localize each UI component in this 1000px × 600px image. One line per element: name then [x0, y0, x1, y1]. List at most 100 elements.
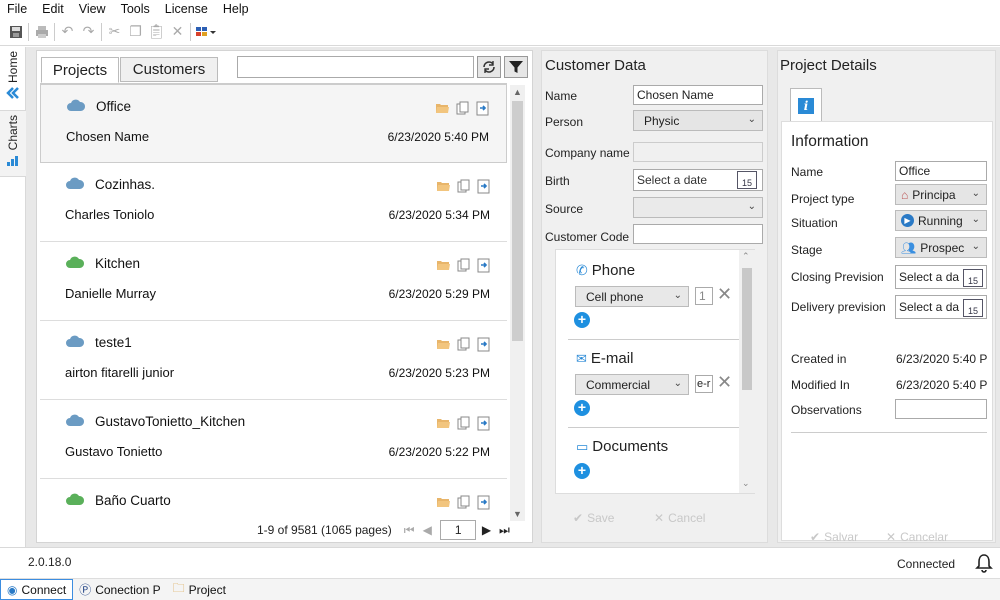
closing-prevision-label: Closing Prevision — [791, 270, 884, 284]
calendar-icon[interactable]: 15 — [963, 269, 983, 287]
copy-icon[interactable] — [456, 101, 470, 116]
copy-icon[interactable] — [457, 337, 471, 352]
scrollbar-thumb[interactable] — [742, 268, 752, 390]
documents-title: Documents — [592, 438, 669, 455]
prev-page-icon[interactable]: ◀ — [423, 523, 432, 537]
delete-icon[interactable]: ✕ — [167, 22, 188, 42]
customer-save-button[interactable]: ✔ Save — [573, 511, 614, 525]
export-icon[interactable] — [477, 416, 491, 431]
export-icon[interactable] — [476, 101, 490, 116]
contacts-scrollbar[interactable]: ⌃ ⌄ — [739, 250, 755, 493]
first-page-icon[interactable]: ⏮ — [404, 523, 415, 538]
phone-type-select[interactable]: Cell phone ⌄ — [575, 286, 689, 307]
list-item[interactable]: Cozinhas. Charles Toniolo 6/23/2020 5:34 P… — [40, 163, 507, 242]
scroll-up-icon[interactable]: ⌃ — [742, 251, 750, 262]
person-select[interactable]: Physic ⌄ — [633, 110, 763, 131]
bell-icon[interactable] — [975, 553, 993, 573]
layout-icon[interactable] — [193, 22, 219, 42]
add-document-button[interactable]: + — [574, 463, 590, 479]
situation-select[interactable]: ▶ Running ⌄ — [895, 210, 987, 231]
side-tab-home-label: Home — [6, 51, 20, 84]
remove-email-icon[interactable]: ✕ — [717, 372, 732, 393]
scroll-up-icon[interactable]: ▲ — [513, 87, 522, 97]
export-icon[interactable] — [477, 179, 491, 194]
customer-cancel-button[interactable]: ✕ Cancel — [654, 511, 705, 525]
customer-name-input[interactable]: Chosen Name — [633, 85, 763, 105]
menu-tools[interactable]: Tools — [114, 1, 158, 17]
task-connect[interactable]: ◉ Connect — [0, 579, 74, 600]
list-item[interactable]: Office Chosen Name 6/23/2020 5:40 PM — [40, 84, 507, 163]
list-item[interactable]: Baño Cuarto — [40, 479, 507, 520]
export-icon[interactable] — [477, 495, 491, 510]
copy-icon[interactable] — [457, 179, 471, 194]
side-tab-home[interactable]: Home — [0, 47, 26, 111]
project-type-select[interactable]: ⌂ Principa ⌄ — [895, 184, 987, 205]
tab-projects[interactable]: Projects — [41, 57, 119, 83]
tab-customers[interactable]: Customers — [120, 57, 218, 82]
copy-icon[interactable] — [457, 258, 471, 273]
menu-edit[interactable]: Edit — [35, 1, 72, 17]
redo-icon[interactable]: ↷ — [78, 22, 99, 42]
task-conection-p[interactable]: Ⓟ Conection P — [73, 579, 166, 600]
details-cancel-button[interactable]: ✕ Cancelar — [886, 530, 948, 544]
calendar-icon[interactable]: 15 — [737, 171, 757, 189]
menu-file[interactable]: File — [0, 1, 35, 17]
info-tab[interactable]: i — [790, 88, 822, 122]
check-icon: ✔ — [810, 530, 821, 544]
stage-select[interactable]: 👥︎ Prospec ⌄ — [895, 237, 987, 258]
folder-icon[interactable] — [436, 495, 451, 508]
save-icon[interactable] — [5, 22, 26, 42]
copy-icon[interactable] — [457, 416, 471, 431]
add-email-button[interactable]: + — [574, 400, 590, 416]
customer-code-input[interactable] — [633, 224, 763, 244]
phone-number-input[interactable]: 1 — [695, 287, 713, 305]
observations-input[interactable] — [895, 399, 987, 419]
undo-icon[interactable]: ↶ — [57, 22, 78, 42]
print-icon[interactable] — [31, 22, 52, 42]
paste-icon[interactable]: 📋︎ — [146, 22, 167, 42]
calendar-icon[interactable]: 15 — [963, 299, 983, 317]
menu-license[interactable]: License — [158, 1, 216, 17]
scroll-down-icon[interactable]: ▼ — [513, 509, 522, 519]
add-phone-button[interactable]: + — [574, 312, 590, 328]
folder-icon[interactable] — [436, 179, 451, 192]
folder-icon[interactable] — [436, 258, 451, 271]
project-list: Office Chosen Name 6/23/2020 5:40 PM Cozinh… — [40, 83, 507, 520]
menu-view[interactable]: View — [72, 1, 114, 17]
source-select[interactable]: ⌄ — [633, 197, 763, 218]
side-tab-charts[interactable]: Charts — [0, 111, 26, 177]
page-input[interactable]: 1 — [439, 520, 476, 540]
row-actions — [436, 337, 491, 352]
row-actions — [436, 416, 491, 431]
scrollbar-thumb[interactable] — [512, 101, 523, 341]
copy-icon[interactable] — [457, 495, 471, 510]
export-icon[interactable] — [477, 337, 491, 352]
export-icon[interactable] — [477, 258, 491, 273]
filter-button[interactable] — [504, 56, 528, 78]
folder-icon[interactable] — [436, 416, 451, 429]
next-page-icon[interactable]: ▶ — [482, 523, 491, 537]
task-project[interactable]: 🗀 Project — [167, 579, 232, 600]
scroll-down-icon[interactable]: ⌄ — [742, 478, 750, 489]
company-name-input[interactable] — [633, 142, 763, 162]
email-input[interactable]: e-r — [695, 375, 713, 393]
copy-icon[interactable]: ❐ — [125, 22, 146, 42]
users-icon: 👥︎ — [901, 240, 917, 255]
folder-icon[interactable] — [435, 101, 450, 114]
stage-value: Prospec — [920, 240, 965, 255]
email-type-select[interactable]: Commercial ⌄ — [575, 374, 689, 395]
refresh-button[interactable] — [477, 56, 501, 78]
menu-help[interactable]: Help — [216, 1, 257, 17]
remove-phone-icon[interactable]: ✕ — [717, 284, 732, 305]
folder-icon[interactable] — [436, 337, 451, 350]
status-bar: 2.0.18.0 Connected — [0, 547, 1000, 578]
project-name-input[interactable]: Office — [895, 161, 987, 181]
list-scrollbar[interactable]: ▲ ▼ — [510, 85, 525, 521]
list-item[interactable]: GustavoTonietto_Kitchen Gustavo Tonietto 6… — [40, 400, 507, 479]
cut-icon[interactable]: ✂ — [104, 22, 125, 42]
details-save-button[interactable]: ✔ Salvar — [810, 530, 858, 544]
list-item[interactable]: Kitchen Danielle Murray 6/23/2020 5:29 PM — [40, 242, 507, 321]
search-input[interactable] — [237, 56, 474, 78]
last-page-icon[interactable]: ⏭ — [499, 523, 510, 538]
list-item[interactable]: teste1 airton fitarelli junior 6/23/2020 5… — [40, 321, 507, 400]
